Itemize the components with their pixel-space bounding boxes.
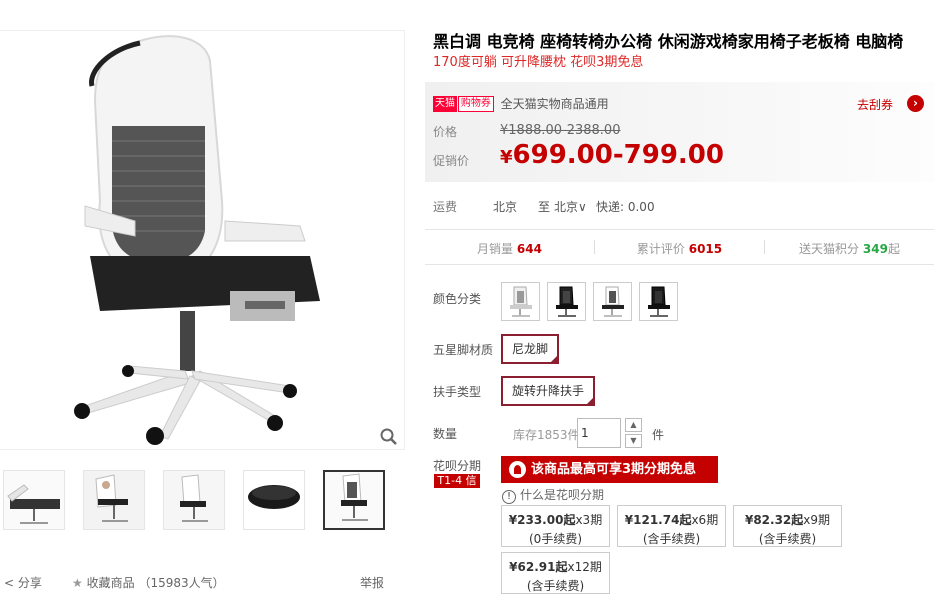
social-bar: < 分享 ★ 收藏商品 （15983人气） 举报 xyxy=(4,574,404,592)
report-link[interactable]: 举报 xyxy=(360,574,384,591)
shipping-city-select[interactable]: 北京∨ xyxy=(554,198,587,215)
selected-corner-icon xyxy=(549,354,560,364)
chevron-down-icon: ∨ xyxy=(578,200,587,214)
armrest-label: 扶手类型 xyxy=(433,385,482,399)
shipping-to-text: 至 xyxy=(538,200,551,214)
installment-plan-9[interactable]: ¥82.32起x9期 (含手续费) xyxy=(733,505,842,547)
original-price-label: 价格 xyxy=(433,125,458,139)
coupon-tag: 购物券 xyxy=(457,95,494,112)
zoom-icon[interactable] xyxy=(380,428,398,446)
shipping-cost: 快递: 0.00 xyxy=(596,200,655,214)
thumbnail-image-selected[interactable] xyxy=(323,470,385,530)
tmall-tag: 天猫 xyxy=(433,95,457,112)
base-material-option[interactable]: 尼龙脚 xyxy=(501,334,560,364)
installment-plan-3[interactable]: ¥233.00起x3期 (0手续费) xyxy=(501,505,610,547)
credit-level-badge: T1-4 信 xyxy=(434,474,480,488)
color-label: 颜色分类 xyxy=(433,292,482,306)
monthly-sales: 月销量 644 xyxy=(477,242,542,256)
sales-stats: 月销量 644 累计评价 6015 送天猫积分 349起 xyxy=(425,229,934,265)
quantity-increase-button[interactable]: ▲ xyxy=(625,418,642,432)
original-price: ¥1888.00-2388.00 xyxy=(500,123,621,138)
product-subtitle: 170度可躺 可升降腰枕 花呗3期免息 xyxy=(433,55,644,70)
favorite-link[interactable]: ★ 收藏商品 （15983人气） xyxy=(72,574,225,591)
thumbnail-image[interactable] xyxy=(83,470,145,530)
star-icon: ★ xyxy=(72,576,83,590)
armrest-option[interactable]: 旋转升降扶手 xyxy=(501,376,596,406)
installment-plan-6[interactable]: ¥121.74起x6期 (含手续费) xyxy=(617,505,726,547)
thumbnail-image[interactable] xyxy=(163,470,225,530)
base-material-label: 五星脚材质 xyxy=(433,343,494,357)
share-link[interactable]: < 分享 xyxy=(4,574,42,591)
huabei-promo-banner: 该商品最高可享3期分期免息 xyxy=(501,456,718,483)
promo-line: 天猫 购物券 全天猫实物商品通用 xyxy=(433,95,609,112)
chevron-right-icon[interactable]: › xyxy=(907,95,924,112)
quantity-decrease-button[interactable]: ▼ xyxy=(625,434,642,448)
color-option-black-red[interactable] xyxy=(639,282,678,321)
product-title: 黑白调 电竞椅 座椅转椅办公椅 休闲游戏椅家用椅子老板椅 电脑椅 xyxy=(433,32,904,51)
promo-text: 全天猫实物商品通用 xyxy=(500,97,609,111)
shipping-label: 运费 xyxy=(433,200,458,214)
quantity-unit: 件 xyxy=(652,428,665,442)
price-panel: 天猫 购物券 全天猫实物商品通用 去刮券 › 价格 ¥1888.00-2388.… xyxy=(425,82,934,182)
selected-corner-icon xyxy=(585,396,596,406)
quantity-label: 数量 xyxy=(433,427,458,441)
share-icon: < xyxy=(4,576,15,590)
sale-price-label: 促销价 xyxy=(433,154,470,168)
tmall-points: 送天猫积分 349起 xyxy=(799,242,900,256)
what-is-huabei-link[interactable]: ! 什么是花呗分期 xyxy=(502,486,604,504)
thumbnail-image[interactable] xyxy=(3,470,65,530)
color-option-black[interactable] xyxy=(547,282,586,321)
color-option-white-black[interactable] xyxy=(593,282,632,321)
huabei-logo-icon xyxy=(509,461,526,478)
shipping-from: 北京 xyxy=(493,200,518,214)
installment-plan-12[interactable]: ¥62.91起x12期 (含手续费) xyxy=(501,552,610,594)
stock-count: 库存1853件 xyxy=(513,428,580,442)
main-product-image[interactable] xyxy=(0,30,405,450)
quantity-input[interactable] xyxy=(577,418,621,448)
huabei-label: 花呗分期 xyxy=(433,459,482,473)
color-option-white-gray[interactable] xyxy=(501,282,540,321)
get-coupon-link[interactable]: 去刮券 xyxy=(857,96,893,113)
thumbnail-strip xyxy=(0,470,405,532)
thumbnail-image[interactable] xyxy=(243,470,305,530)
info-icon: ! xyxy=(502,490,516,504)
sale-price: ¥699.00-799.00 xyxy=(500,140,724,170)
total-reviews[interactable]: 累计评价 6015 xyxy=(595,240,764,257)
